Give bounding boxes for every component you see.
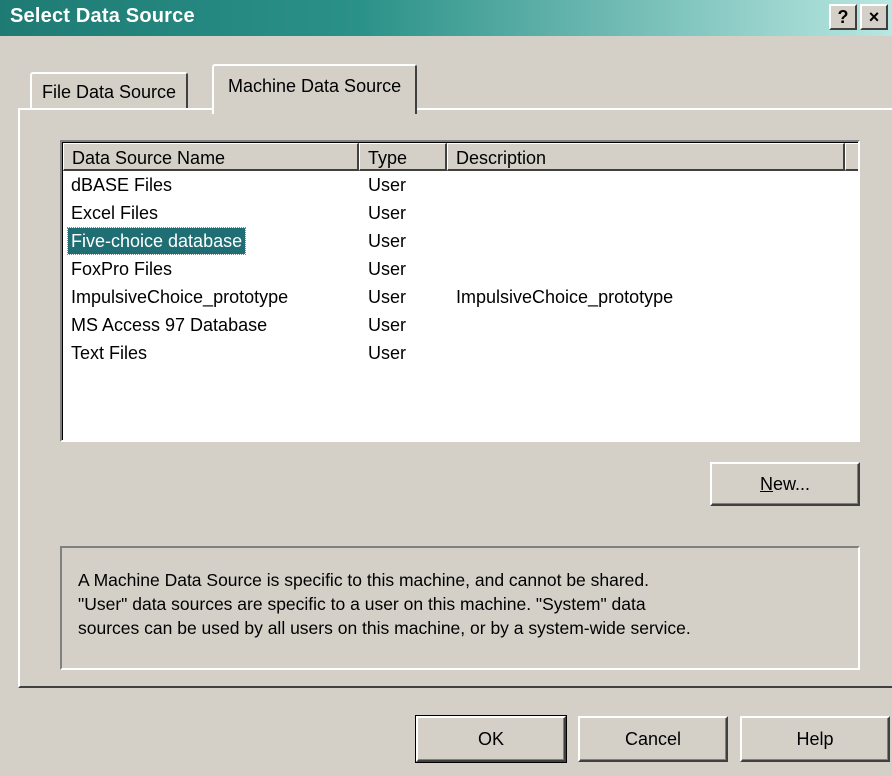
tab-machine-data-source[interactable]: Machine Data Source	[212, 64, 418, 114]
list-header: Data Source Name Type Description	[63, 143, 858, 171]
item-type: User	[368, 315, 407, 335]
list-item[interactable]: dBASE Files User	[63, 172, 858, 200]
item-name: MS Access 97 Database	[71, 315, 268, 335]
list-item[interactable]: Text Files User	[63, 340, 858, 368]
column-header-name[interactable]: Data Source Name	[63, 143, 359, 171]
item-type: User	[368, 175, 407, 195]
list-item[interactable]: Excel Files User	[63, 200, 858, 228]
item-name: FoxPro Files	[71, 259, 173, 279]
cancel-button[interactable]: Cancel	[578, 716, 728, 762]
new-button[interactable]: New...	[710, 462, 860, 506]
column-header-type[interactable]: Type	[359, 143, 447, 171]
description-line: "User" data sources are specific to a us…	[78, 594, 646, 614]
close-button[interactable]: ×	[860, 4, 888, 30]
column-header-description[interactable]: Description	[447, 143, 845, 171]
list-item-selected[interactable]: Five-choice database User	[63, 227, 858, 256]
window-title: Select Data Source	[10, 5, 195, 27]
tab-file-data-source[interactable]: File Data Source	[30, 72, 189, 110]
list-item[interactable]: FoxPro Files User	[63, 256, 858, 284]
description-box: A Machine Data Source is specific to thi…	[60, 546, 860, 670]
item-name: dBASE Files	[71, 175, 173, 195]
ok-button[interactable]: OK	[415, 715, 567, 763]
item-name: Excel Files	[71, 203, 159, 223]
item-type: User	[368, 287, 407, 307]
new-button-label: ew...	[772, 474, 811, 494]
new-button-mnemonic: N	[759, 474, 773, 494]
list-item[interactable]: MS Access 97 Database User	[63, 312, 858, 340]
item-type: User	[368, 231, 407, 251]
item-name: Five-choice database	[66, 227, 247, 255]
help-title-button[interactable]: ?	[829, 4, 857, 30]
description-line: A Machine Data Source is specific to thi…	[78, 570, 650, 590]
help-button[interactable]: Help	[740, 716, 890, 762]
item-name: Text Files	[71, 343, 148, 363]
description-line: sources can be used by all users on this…	[78, 618, 691, 638]
item-description: ImpulsiveChoice_prototype	[456, 287, 674, 307]
data-source-list[interactable]: Data Source Name Type Description dBASE …	[60, 140, 860, 442]
column-header-filler	[845, 143, 858, 171]
list-item[interactable]: ImpulsiveChoice_prototype User Impulsive…	[63, 284, 858, 312]
item-type: User	[368, 343, 407, 363]
item-type: User	[368, 259, 407, 279]
title-bar: Select Data Source ? ×	[0, 0, 892, 36]
item-type: User	[368, 203, 407, 223]
item-name: ImpulsiveChoice_prototype	[71, 287, 289, 307]
